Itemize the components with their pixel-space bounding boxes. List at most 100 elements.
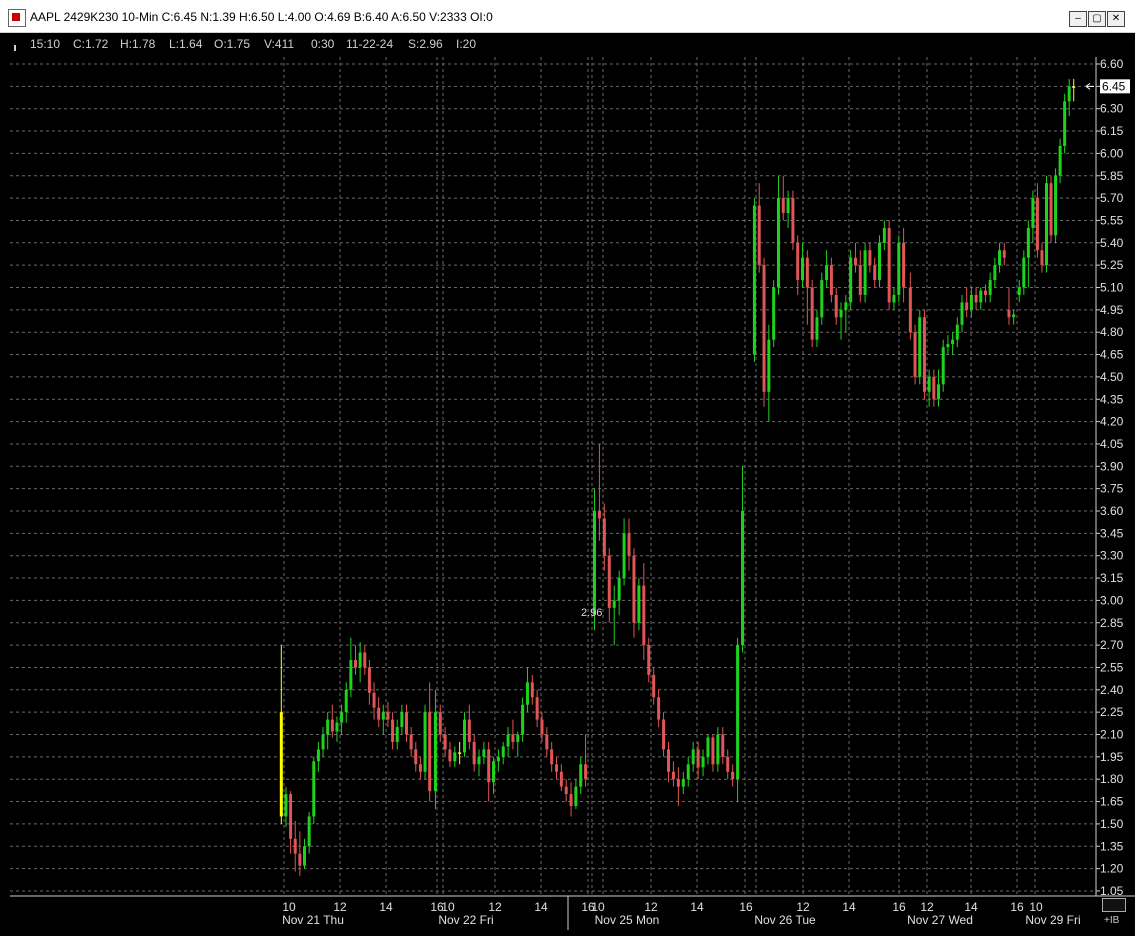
candle-body [559,771,563,787]
candle-body [897,242,901,295]
candle-body [772,287,776,340]
candle-body [511,734,515,742]
candle-body [965,302,969,310]
candle-body [530,682,534,698]
candle-body [545,734,549,750]
candle-body [741,511,745,646]
candle-body [1063,101,1067,146]
candle-body [983,290,987,295]
candle-body [1017,287,1021,295]
candle-body [937,384,941,400]
y-tick-label: 2.70 [1100,638,1124,652]
candle-body [1040,250,1044,266]
candle-body [1072,86,1076,88]
candle-body [815,317,819,340]
candle-body [574,786,578,807]
candle-body [448,749,452,762]
candle-body [428,712,432,792]
last-price-label: 6.45 [1102,79,1126,93]
y-tick-label: 6.60 [1100,57,1124,71]
candle-body [597,511,601,519]
price-chart[interactable]: 6.60 6.45 6.30 6.15 6.00 5.85 5.70 5.55 5.40 5.25… [0,0,1135,936]
scale-toggle-button[interactable] [1102,898,1126,912]
candle-body [691,749,695,765]
y-tick-label: 2.85 [1100,616,1124,630]
y-tick-label: 4.95 [1100,303,1124,317]
candle-body [908,287,912,333]
candle-body [731,771,735,780]
candle-body [418,764,422,772]
candle-body [1045,183,1048,266]
x-tick-label: 12 [488,900,502,914]
candle-body [386,712,390,720]
x-day-label: Nov 22 Fri [438,913,493,927]
candle-body [391,719,395,742]
candle-body [767,339,771,392]
candle-body [279,712,283,817]
candle-body [622,533,626,579]
y-tick-label: 5.55 [1100,213,1124,227]
candle-body [721,734,725,757]
candle-body [363,652,367,668]
candle-body [506,734,510,747]
candle-body [458,752,462,754]
candle-body [482,749,486,757]
candle-body [340,712,344,723]
candle-body [955,324,959,340]
y-tick-label: 1.20 [1100,862,1124,876]
candle-body [941,347,945,385]
candle-body [716,734,720,765]
candle-body [657,697,661,720]
candle-body [796,242,800,281]
x-tick-label: 12 [796,900,810,914]
candle-body [307,816,311,847]
candle-body [922,317,926,392]
x-tick-label: 14 [964,900,978,914]
x-tick-label: 14 [842,900,856,914]
candle-body [969,294,973,310]
candle-body [344,689,348,713]
candle-body [550,749,554,765]
candle-body [409,734,413,750]
y-tick-label: 2.40 [1100,683,1124,697]
candle-body [453,752,457,762]
candle-body [326,719,330,735]
candle-body [381,712,385,720]
y-tick-label: 2.10 [1100,728,1124,742]
candle-body [1022,257,1026,288]
candle-body [791,198,795,243]
candle-body [592,511,596,616]
y-tick-label: 3.60 [1100,504,1124,518]
candle-body [564,786,568,795]
candle-body [686,764,690,780]
y-tick-label: 3.45 [1100,526,1124,540]
candle-body [303,846,306,866]
candle-body [696,749,700,768]
candle-body [988,280,992,295]
y-tick-label: 4.05 [1100,437,1124,451]
candle-body [681,779,685,787]
candle-body [647,645,651,675]
candle-body [358,652,362,668]
candle-body [652,674,656,698]
candle-body [786,198,790,213]
candle-body [676,779,680,787]
y-tick-label: 1.05 [1100,884,1124,898]
candle-body [993,265,997,281]
candle-body [354,660,357,668]
y-tick-label: 1.35 [1100,839,1124,853]
candle-body [1058,145,1062,176]
y-tick-label: 4.35 [1100,392,1124,406]
candle-body [974,294,978,303]
candle-body [423,712,427,772]
corner-label: +IB [1104,915,1120,926]
candle-body [902,242,906,288]
candle-body [887,227,891,303]
y-tick-label: 3.75 [1100,482,1124,496]
candle-body [834,294,838,318]
candle-body [667,749,670,772]
candle-body [477,756,481,765]
candle-body [918,317,922,377]
y-tick-label: 6.00 [1100,146,1124,160]
candle-body [433,712,437,792]
